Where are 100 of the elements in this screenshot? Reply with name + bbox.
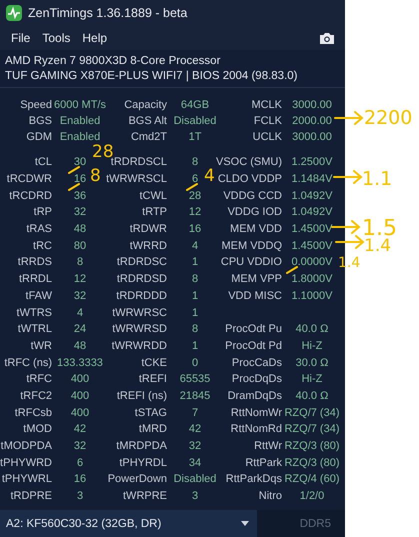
timing-label: tMODPDA: [0, 440, 52, 452]
timing-value: 1.4500V: [292, 240, 332, 252]
timing-label: tWRWRSD: [112, 323, 167, 336]
timing-value: 400: [70, 390, 90, 402]
camera-icon[interactable]: [319, 32, 335, 44]
timing-value: Enabled: [60, 131, 100, 143]
board-info: TUF GAMING X870E-PLUS WIFI7 | BIOS 2004 (98.83.0): [5, 69, 299, 83]
timing-value: 1/2/0: [300, 490, 324, 502]
timing-label: VDDG CCD: [223, 190, 282, 202]
timing-value: RZQ/3 (80): [284, 440, 340, 452]
timing-value: 48: [74, 223, 86, 236]
timing-label: tPHYRDL: [119, 456, 167, 469]
timing-value: 8: [192, 323, 198, 336]
timing-label: tWRPRE: [123, 490, 167, 502]
timing-label: tWTRL: [18, 323, 52, 336]
timing-value: 32: [74, 440, 86, 452]
timing-value: 1: [192, 340, 198, 352]
timing-value: 16: [74, 473, 86, 486]
timing-value: 30: [74, 156, 86, 168]
timing-label: tMRDPDA: [116, 440, 167, 452]
timing-label: tREFI (ns): [116, 390, 167, 402]
timing-label: ProcOdt Pd: [225, 340, 282, 352]
timing-label: GDM: [26, 131, 52, 143]
timing-value: Disabled: [174, 473, 216, 486]
timing-label: tRDRDDD: [116, 290, 167, 302]
timing-label: PowerDown: [108, 473, 167, 486]
timing-label: VDD MISC: [228, 290, 282, 302]
timing-value: 6: [192, 173, 198, 186]
timing-label: MCLK: [251, 99, 282, 111]
timing-label: RttPark: [245, 456, 282, 469]
menu-item[interactable]: Tools: [37, 29, 76, 47]
timing-label: tWRWRSC: [112, 306, 167, 319]
handwritten-note: 1.1: [362, 170, 392, 189]
timing-value: RZQ/7 (34): [284, 423, 340, 436]
timing-value: RZQ/3 (80): [284, 456, 340, 469]
timing-value: 6: [76, 456, 84, 469]
timing-value: 32: [74, 290, 86, 302]
timing-label: Speed: [20, 99, 52, 111]
timing-value: 4: [76, 306, 84, 319]
timing-value: 40.0 Ω: [296, 390, 328, 402]
timing-value: 8: [192, 156, 198, 168]
timing-value: 16: [188, 223, 202, 236]
timing-label: MEM VDDQ: [222, 240, 282, 252]
timing-label: DramDqDs: [228, 390, 282, 402]
arrow-drawing: [335, 235, 365, 249]
timing-label: tRDPRE: [10, 490, 52, 502]
timing-value: 28: [188, 190, 202, 202]
timing-value: 80: [74, 240, 86, 252]
timing-label: FCLK: [254, 115, 282, 127]
timing-value: RZQ/7 (34): [284, 406, 340, 419]
timing-label: tRDRDSC: [116, 256, 167, 268]
timing-label: tRAS: [26, 223, 52, 236]
arrow-drawing: [333, 170, 363, 184]
timing-label: tMRD: [138, 423, 167, 436]
timing-value: 12: [74, 273, 86, 286]
timing-label: tRTP: [142, 206, 167, 218]
timing-value: 24: [74, 323, 86, 336]
caret-icon: [241, 521, 249, 526]
timing-label: tREFI: [138, 373, 167, 386]
memory-type: DDR5: [300, 518, 331, 530]
timing-label: Capacity: [124, 99, 167, 111]
timing-label: tCWL: [140, 190, 167, 202]
timing-value: 21845: [180, 390, 210, 402]
timing-value: 1.8000V: [292, 273, 332, 286]
timing-label: tMOD: [23, 423, 52, 436]
timing-value: 3000.00: [292, 99, 332, 111]
timing-label: Cmd2T: [130, 131, 167, 143]
timing-label: tRDRDSD: [116, 273, 167, 286]
timing-label: tFAW: [26, 290, 52, 302]
timing-value: 30.0 Ω: [296, 356, 328, 369]
timing-label: tCKE: [141, 356, 167, 369]
timing-value: 42: [188, 423, 202, 436]
handwritten-note: 8: [90, 168, 101, 185]
module-dropdown[interactable]: A2: KF560C30-32 (32GB, DR): [0, 510, 257, 537]
timing-value: 400: [70, 373, 90, 386]
timing-label: RttNomWr: [230, 406, 282, 419]
menu-item[interactable]: Help: [77, 29, 112, 47]
timing-label: BGS: [28, 115, 52, 127]
timing-value: 16: [74, 173, 86, 186]
timing-label: tRC: [33, 240, 52, 252]
timing-label: tPHYWRD: [0, 456, 52, 469]
arrow-drawing: [334, 111, 364, 125]
timing-label: tRRDL: [18, 273, 52, 286]
timing-label: tRCDWR: [6, 173, 52, 186]
handwritten-note: 4: [204, 168, 215, 185]
timing-value: 4: [192, 240, 198, 252]
timing-value: 3000.00: [292, 131, 332, 143]
timing-value: 1.1484V: [292, 173, 332, 186]
timing-value: 65535: [180, 373, 210, 386]
timing-label: tWTRS: [16, 306, 52, 319]
timing-label: VDDG IOD: [228, 206, 282, 218]
timing-label: ProcDqDs: [232, 373, 282, 386]
timing-label: tWRRD: [130, 240, 167, 252]
timing-label: tWR: [30, 340, 52, 352]
timing-label: MEM VDD: [230, 223, 282, 236]
timing-label: tSTAG: [134, 406, 167, 419]
timing-value: Enabled: [60, 115, 100, 127]
timing-value: 32: [74, 206, 86, 218]
timing-value: 8: [192, 273, 198, 286]
menu-item[interactable]: File: [6, 29, 36, 47]
